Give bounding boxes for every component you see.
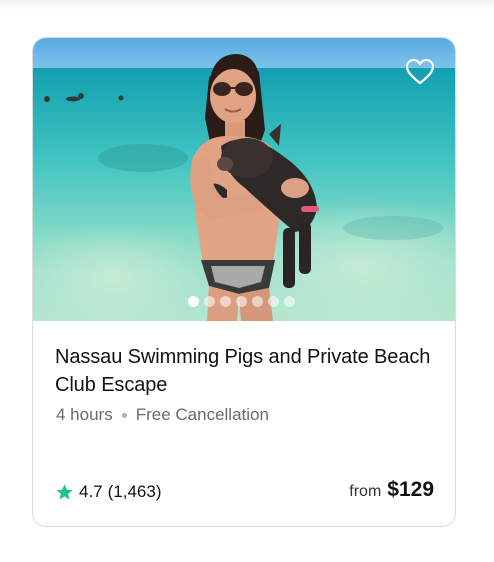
tour-photo-image <box>33 38 455 321</box>
carousel-dot[interactable] <box>251 296 263 307</box>
tour-photo[interactable] <box>33 38 455 321</box>
tour-title[interactable]: Nassau Swimming Pigs and Private Beach C… <box>55 343 435 399</box>
carousel-dot[interactable] <box>283 296 295 307</box>
tour-duration: 4 hours <box>56 405 113 424</box>
review-count: (1,463) <box>107 482 162 501</box>
wishlist-heart-icon[interactable] <box>405 58 435 86</box>
carousel-dot[interactable] <box>203 296 215 307</box>
cancellation-policy: Free Cancellation <box>135 405 269 424</box>
carousel-dot[interactable] <box>267 296 279 307</box>
carousel-dot[interactable] <box>219 296 231 307</box>
page: Nassau Swimming Pigs and Private Beach C… <box>0 0 494 562</box>
star-icon <box>56 483 73 499</box>
carousel-dot[interactable] <box>235 296 247 307</box>
rating-value: 4.7 <box>79 482 103 501</box>
separator-dot <box>121 412 127 418</box>
price-prefix: from <box>349 483 382 500</box>
price: from $129 <box>349 478 434 502</box>
carousel-dot[interactable] <box>187 296 199 307</box>
image-carousel-dots <box>33 296 453 307</box>
tour-meta: 4 hours Free Cancellation <box>56 405 269 425</box>
top-divider <box>0 0 494 10</box>
rating: 4.7 (1,463) <box>55 482 162 502</box>
tour-card[interactable]: Nassau Swimming Pigs and Private Beach C… <box>32 37 456 527</box>
card-body: Nassau Swimming Pigs and Private Beach C… <box>33 321 455 526</box>
price-amount: $129 <box>387 478 434 501</box>
